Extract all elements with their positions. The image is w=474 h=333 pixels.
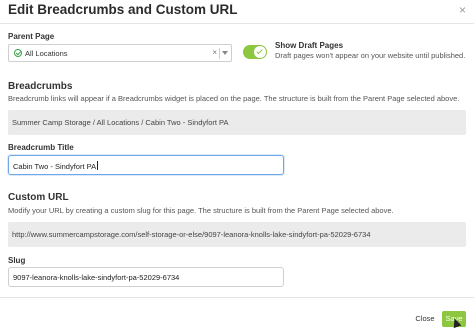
custom-url-heading: Custom URL	[8, 192, 69, 203]
draft-pages-toggle[interactable]	[243, 45, 267, 59]
parent-page-value: All Locations	[25, 49, 68, 58]
parent-page-label: Parent Page	[8, 32, 55, 41]
header-divider	[0, 23, 474, 24]
check-circle-icon	[14, 49, 22, 57]
close-button[interactable]: Close	[412, 312, 438, 326]
breadcrumbs-help: Breadcrumb links will appear if a Breadc…	[8, 94, 460, 103]
breadcrumb-title-input[interactable]: Cabin Two - Sindyfort PA	[8, 155, 284, 175]
footer-divider	[0, 297, 474, 298]
clear-icon[interactable]: ×	[212, 48, 217, 57]
select-separator	[219, 48, 220, 59]
dialog-title: Edit Breadcrumbs and Custom URL	[8, 2, 238, 17]
draft-toggle-title: Show Draft Pages	[275, 41, 344, 50]
chevron-down-icon[interactable]	[222, 51, 228, 55]
toggle-knob	[254, 46, 266, 58]
breadcrumbs-preview: Summer Camp Storage / All Locations / Ca…	[8, 110, 466, 135]
breadcrumbs-heading: Breadcrumbs	[8, 81, 73, 92]
breadcrumb-title-label: Breadcrumb Title	[8, 143, 74, 152]
slug-label: Slug	[8, 256, 26, 265]
parent-page-select[interactable]: All Locations ×	[8, 44, 232, 62]
custom-url-preview: http://www.summercampstorage.com/self-st…	[8, 222, 466, 247]
slug-input[interactable]: 9097-leanora-knolls-lake-sindyfort-pa-52…	[8, 267, 284, 287]
custom-url-help: Modify your URL by creating a custom slu…	[8, 206, 394, 215]
close-icon[interactable]: ×	[459, 4, 466, 16]
breadcrumb-title-value: Cabin Two - Sindyfort PA	[13, 162, 97, 171]
text-caret	[97, 161, 99, 170]
draft-toggle-description: Draft pages won't appear on your website…	[275, 51, 466, 60]
